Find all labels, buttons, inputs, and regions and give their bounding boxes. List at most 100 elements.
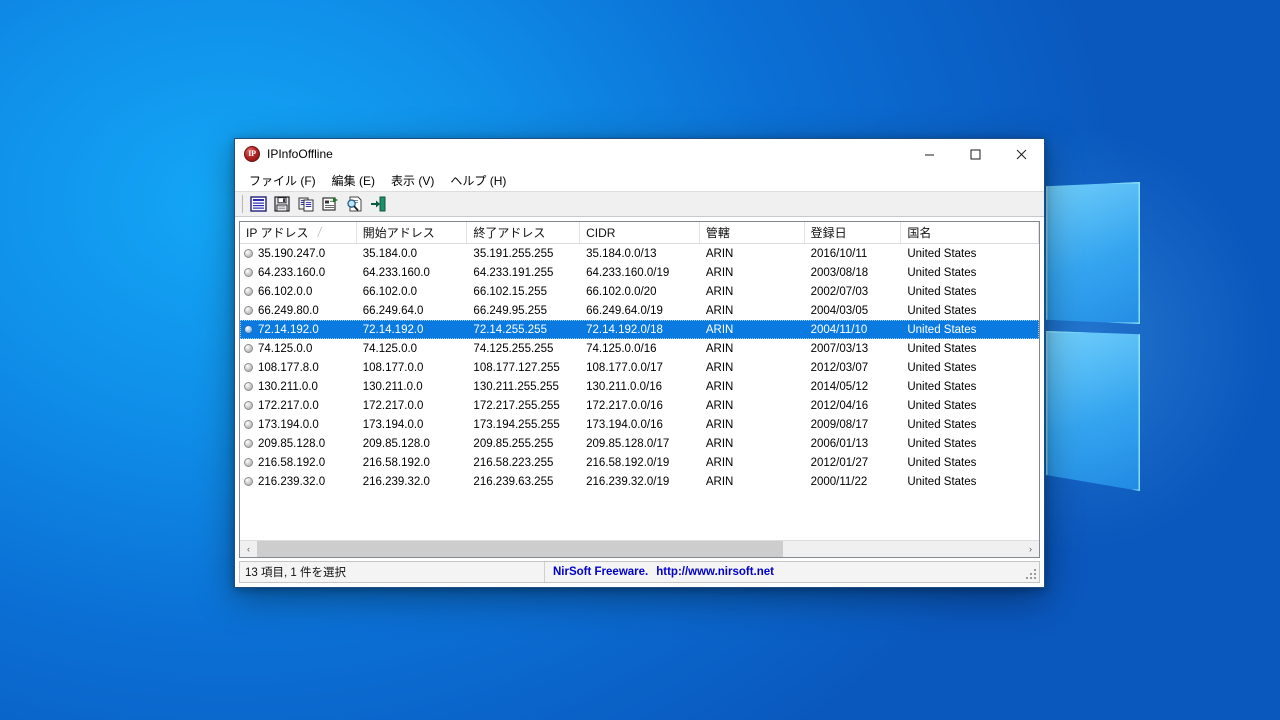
cell-cidr: 130.211.0.0/16 bbox=[586, 380, 663, 393]
scrollbar-track[interactable] bbox=[257, 541, 1022, 557]
cell-registration-date: 2012/04/16 bbox=[810, 399, 869, 412]
cell-country: United States bbox=[907, 437, 977, 450]
cell-registry: ARIN bbox=[705, 266, 734, 279]
table-row[interactable]: 35.190.247.0 35.184.0.0 35.191.255.255 35.1… bbox=[240, 244, 1039, 263]
toolbar-find-button[interactable] bbox=[343, 193, 365, 215]
status-credit-text: NirSoft Freeware. bbox=[553, 566, 649, 578]
cell-ip-address: 74.125.0.0 bbox=[240, 343, 357, 355]
cell-start-address: 216.239.32.0 bbox=[362, 475, 430, 488]
column-header-ip-address[interactable]: IP アドレス ╱ bbox=[240, 222, 357, 243]
column-header-end-address[interactable]: 終了アドレス bbox=[467, 222, 581, 243]
cell-registry: ARIN bbox=[705, 475, 734, 488]
cell-end-address: 172.217.255.255 bbox=[473, 399, 560, 412]
table-row[interactable]: 216.239.32.0 216.239.32.0 216.239.63.255 21… bbox=[240, 472, 1039, 491]
resize-grip[interactable] bbox=[1026, 569, 1038, 581]
cell-text: 216.239.32.0 bbox=[258, 475, 326, 488]
cell-start-address: 64.233.160.0 bbox=[362, 266, 430, 279]
ip-range-icon bbox=[244, 249, 253, 258]
cell-registration-date: 2000/11/22 bbox=[810, 475, 868, 488]
minimize-icon bbox=[924, 154, 934, 155]
cell-country: United States bbox=[907, 475, 977, 488]
cell-country: United States bbox=[907, 323, 977, 336]
column-header-start-address[interactable]: 開始アドレス bbox=[357, 222, 468, 243]
status-website-link[interactable]: http://www.nirsoft.net bbox=[656, 566, 774, 578]
table-row[interactable]: 64.233.160.0 64.233.160.0 64.233.191.255 64… bbox=[240, 263, 1039, 282]
table-row[interactable]: 74.125.0.0 74.125.0.0 74.125.255.255 74.125… bbox=[240, 339, 1039, 358]
scrollbar-thumb[interactable] bbox=[257, 541, 784, 557]
toolbar-exit-button[interactable] bbox=[367, 193, 389, 215]
cell-ip-address: 173.194.0.0 bbox=[240, 419, 357, 431]
cell-cidr: 209.85.128.0/17 bbox=[586, 437, 670, 450]
cell-registration-date: 2012/01/27 bbox=[810, 456, 869, 469]
table-row[interactable]: 130.211.0.0 130.211.0.0 130.211.255.255 130… bbox=[240, 377, 1039, 396]
menu-item-view[interactable]: 表示 (V) bbox=[383, 170, 442, 191]
table-row[interactable]: 66.249.80.0 66.249.64.0 66.249.95.255 66.24… bbox=[240, 301, 1039, 320]
cell-cidr: 216.58.192.0/19 bbox=[586, 456, 670, 469]
menu-item-edit[interactable]: 編集 (E) bbox=[324, 170, 383, 191]
maximize-button[interactable] bbox=[952, 139, 998, 169]
table-row[interactable]: 173.194.0.0 173.194.0.0 173.194.255.255 173… bbox=[240, 415, 1039, 434]
ip-range-icon bbox=[244, 268, 253, 277]
cell-cidr: 74.125.0.0/16 bbox=[586, 342, 657, 355]
column-header-registration-date[interactable]: 登録日 bbox=[805, 222, 902, 243]
ip-range-icon bbox=[244, 306, 253, 315]
cell-country: United States bbox=[907, 285, 977, 298]
cell-cidr: 216.239.32.0/19 bbox=[586, 475, 670, 488]
cell-start-address: 130.211.0.0 bbox=[362, 380, 423, 393]
status-bar: 13 項目, 1 件を選択 NirSoft Freeware. http://w… bbox=[239, 561, 1040, 583]
scroll-right-arrow-icon[interactable]: › bbox=[1022, 541, 1039, 557]
cell-registry: ARIN bbox=[705, 418, 734, 431]
horizontal-scrollbar[interactable]: ‹ › bbox=[240, 540, 1039, 557]
cell-registry: ARIN bbox=[705, 247, 734, 260]
cell-end-address: 72.14.255.255 bbox=[473, 323, 547, 336]
column-header-label: 国名 bbox=[907, 226, 932, 240]
cell-country: United States bbox=[907, 380, 977, 393]
cell-end-address: 209.85.255.255 bbox=[473, 437, 554, 450]
column-header-cidr[interactable]: CIDR bbox=[580, 222, 700, 243]
table-row[interactable]: 216.58.192.0 216.58.192.0 216.58.223.255 21… bbox=[240, 453, 1039, 472]
cell-end-address: 108.177.127.255 bbox=[473, 361, 560, 374]
cell-ip-address: 209.85.128.0 bbox=[240, 438, 357, 450]
table-row[interactable]: 172.217.0.0 172.217.0.0 172.217.255.255 172… bbox=[240, 396, 1039, 415]
cell-registry: ARIN bbox=[705, 456, 734, 469]
menu-item-file[interactable]: ファイル (F) bbox=[241, 170, 324, 191]
cell-country: United States bbox=[907, 418, 977, 431]
column-header-registry[interactable]: 管轄 bbox=[700, 222, 805, 243]
cell-cidr: 173.194.0.0/16 bbox=[586, 418, 663, 431]
cell-text: 130.211.0.0 bbox=[258, 380, 318, 393]
column-header-country[interactable]: 国名 bbox=[901, 222, 1039, 243]
cell-text: 172.217.0.0 bbox=[258, 399, 319, 412]
title-bar[interactable]: IP IPInfoOffline bbox=[235, 139, 1044, 169]
cell-cidr: 66.102.0.0/20 bbox=[586, 285, 657, 298]
column-header-label: 管轄 bbox=[705, 226, 730, 240]
table-row[interactable]: 72.14.192.0 72.14.192.0 72.14.255.255 72.14… bbox=[240, 320, 1039, 339]
cell-cidr: 172.217.0.0/16 bbox=[586, 399, 663, 412]
cell-registration-date: 2014/05/12 bbox=[810, 380, 869, 393]
column-header-label: 登録日 bbox=[810, 226, 847, 240]
menu-item-help[interactable]: ヘルプ (H) bbox=[442, 170, 514, 191]
ip-range-icon bbox=[244, 344, 253, 353]
table-row[interactable]: 209.85.128.0 209.85.128.0 209.85.255.255 20… bbox=[240, 434, 1039, 453]
toolbar-separator bbox=[242, 195, 243, 213]
cell-registration-date: 2003/08/18 bbox=[810, 266, 869, 279]
cell-start-address: 35.184.0.0 bbox=[362, 247, 418, 260]
toolbar-copy-button[interactable] bbox=[295, 193, 317, 215]
cell-registration-date: 2012/03/07 bbox=[810, 361, 869, 374]
table-header-row: IP アドレス ╱ 開始アドレス 終了アドレス CIDR 管轄 登録日 国名 bbox=[240, 222, 1039, 244]
toolbar-properties-button[interactable] bbox=[247, 193, 269, 215]
scroll-left-arrow-icon[interactable]: ‹ bbox=[240, 541, 257, 557]
cell-end-address: 216.58.223.255 bbox=[473, 456, 554, 469]
cell-start-address: 74.125.0.0 bbox=[362, 342, 418, 355]
table-row[interactable]: 66.102.0.0 66.102.0.0 66.102.15.255 66.102.… bbox=[240, 282, 1039, 301]
cell-country: United States bbox=[907, 304, 977, 317]
close-button[interactable] bbox=[998, 139, 1044, 169]
table-row[interactable]: 108.177.8.0 108.177.0.0 108.177.127.255 108… bbox=[240, 358, 1039, 377]
toolbar-save-button[interactable] bbox=[271, 193, 293, 215]
minimize-button[interactable] bbox=[906, 139, 952, 169]
cell-country: United States bbox=[907, 266, 977, 279]
toolbar-html-report-button[interactable] bbox=[319, 193, 341, 215]
cell-registration-date: 2007/03/13 bbox=[810, 342, 869, 355]
window-title: IPInfoOffline bbox=[267, 147, 333, 161]
cell-end-address: 74.125.255.255 bbox=[473, 342, 554, 355]
cell-registration-date: 2002/07/03 bbox=[810, 285, 869, 298]
